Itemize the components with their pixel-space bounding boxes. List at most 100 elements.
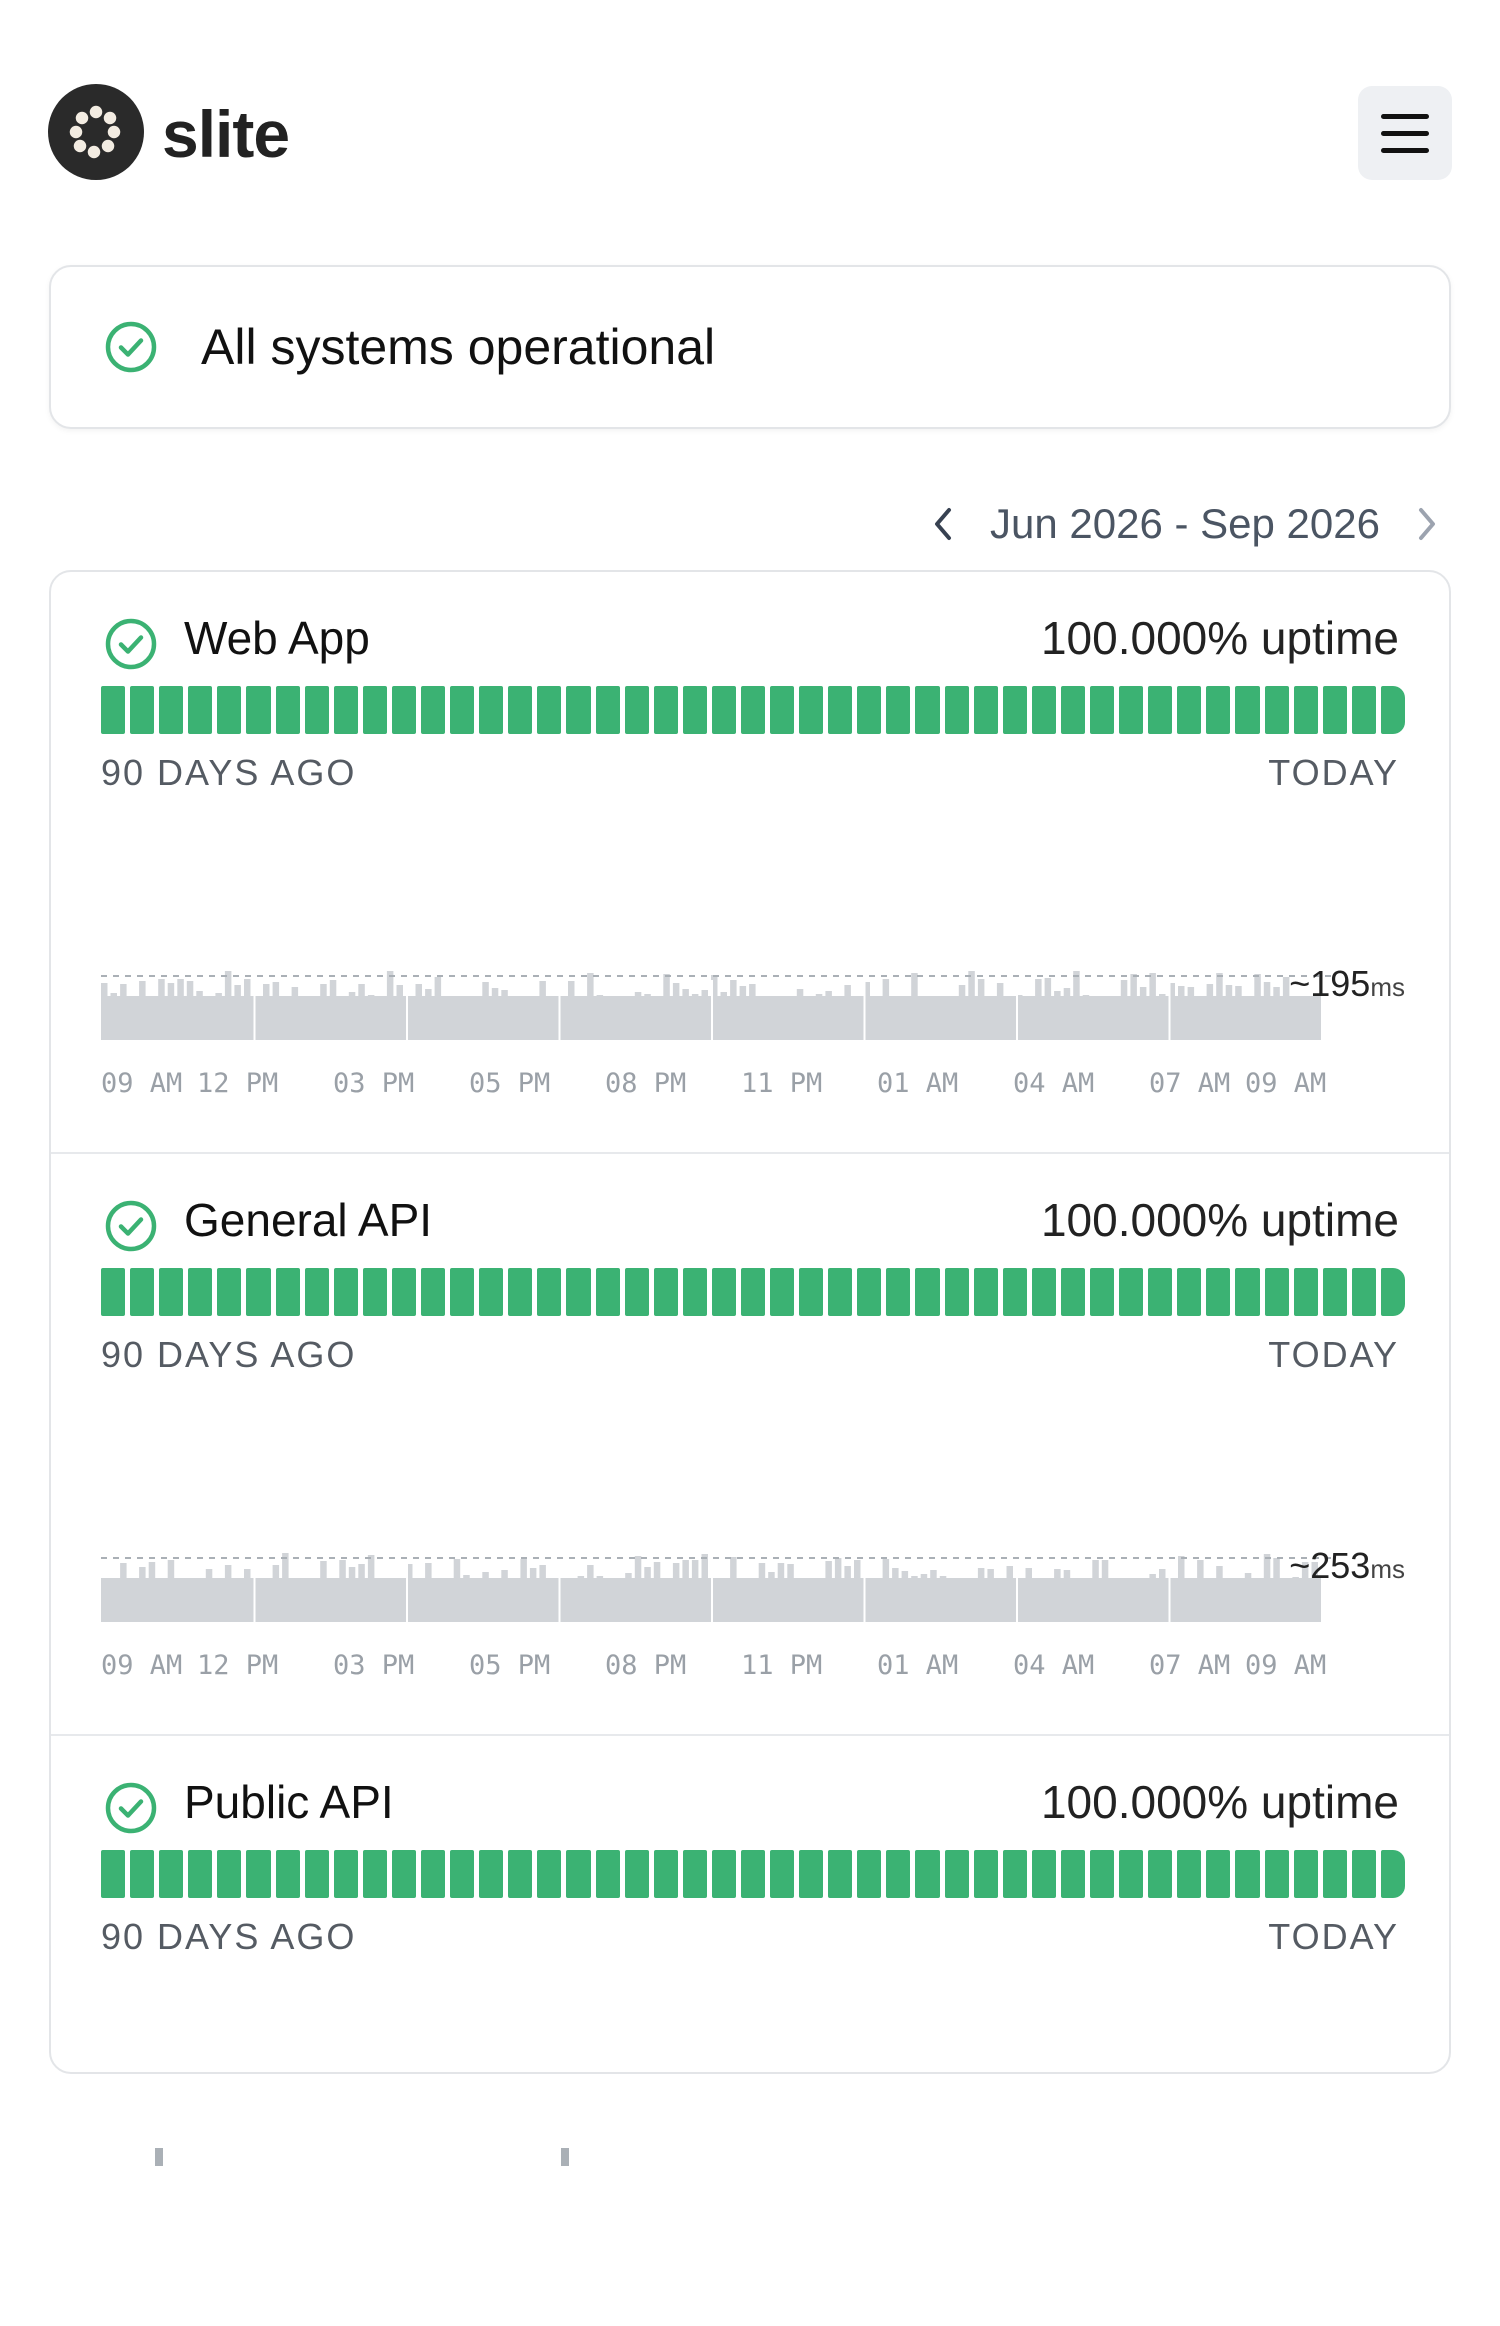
uptime-day-bar[interactable] [391,1268,416,1316]
uptime-day-bar[interactable] [1090,1268,1115,1316]
uptime-day-bar[interactable] [1235,1268,1260,1316]
uptime-day-bar[interactable] [886,1850,911,1898]
uptime-day-bar[interactable] [159,1268,184,1316]
uptime-day-bar[interactable] [1119,1268,1144,1316]
uptime-day-bar[interactable] [217,686,242,734]
uptime-day-bar[interactable] [275,686,300,734]
uptime-day-bar[interactable] [188,1268,213,1316]
uptime-day-bar[interactable] [1351,1850,1376,1898]
uptime-day-bar[interactable] [304,1850,329,1898]
uptime-day-bar[interactable] [973,686,998,734]
uptime-day-bar[interactable] [886,1268,911,1316]
uptime-day-bar[interactable] [1148,1268,1173,1316]
uptime-day-bar[interactable] [1148,1850,1173,1898]
uptime-day-bar[interactable] [1293,1850,1318,1898]
uptime-day-bar[interactable] [682,686,707,734]
uptime-day-bar[interactable] [217,1850,242,1898]
uptime-day-bar[interactable] [566,686,591,734]
uptime-bars[interactable] [101,686,1405,734]
uptime-day-bar[interactable] [915,1268,940,1316]
uptime-day-bar[interactable] [1177,1850,1202,1898]
uptime-day-bar[interactable] [508,686,533,734]
uptime-day-bar[interactable] [333,686,358,734]
uptime-day-bar[interactable] [711,1850,736,1898]
uptime-day-bar[interactable] [1380,1268,1405,1316]
previous-range-button[interactable] [918,494,968,554]
uptime-day-bar[interactable] [450,1268,475,1316]
uptime-day-bar[interactable] [740,1268,766,1316]
uptime-day-bar[interactable] [246,686,271,734]
uptime-day-bar[interactable] [799,1268,824,1316]
uptime-day-bar[interactable] [246,1850,271,1898]
uptime-day-bar[interactable] [1031,686,1056,734]
uptime-day-bar[interactable] [246,1268,271,1316]
uptime-day-bar[interactable] [159,1850,184,1898]
uptime-day-bar[interactable] [1206,1850,1231,1898]
uptime-day-bar[interactable] [159,686,184,734]
uptime-day-bar[interactable] [1090,686,1115,734]
uptime-day-bar[interactable] [799,686,824,734]
uptime-day-bar[interactable] [333,1850,358,1898]
uptime-day-bar[interactable] [828,686,853,734]
uptime-bars[interactable] [101,1850,1405,1898]
uptime-day-bar[interactable] [362,1268,387,1316]
uptime-day-bar[interactable] [857,1850,882,1898]
uptime-day-bar[interactable] [770,1268,795,1316]
uptime-day-bar[interactable] [304,1268,329,1316]
uptime-day-bar[interactable] [944,1850,969,1898]
uptime-day-bar[interactable] [973,1850,998,1898]
uptime-day-bar[interactable] [1060,1268,1085,1316]
uptime-day-bar[interactable] [1351,686,1376,734]
uptime-day-bar[interactable] [653,1850,678,1898]
uptime-day-bar[interactable] [1060,686,1085,734]
uptime-day-bar[interactable] [101,1268,126,1316]
uptime-day-bar[interactable] [1060,1850,1085,1898]
uptime-day-bar[interactable] [1002,1850,1027,1898]
uptime-day-bar[interactable] [711,686,736,734]
uptime-day-bar[interactable] [566,1268,591,1316]
uptime-day-bar[interactable] [915,1850,940,1898]
uptime-bars[interactable] [101,1268,1405,1316]
uptime-day-bar[interactable] [537,1268,562,1316]
uptime-day-bar[interactable] [362,1850,387,1898]
uptime-day-bar[interactable] [624,1268,649,1316]
uptime-day-bar[interactable] [1264,686,1289,734]
uptime-day-bar[interactable] [479,1850,504,1898]
uptime-day-bar[interactable] [101,1850,126,1898]
uptime-day-bar[interactable] [1177,686,1202,734]
uptime-day-bar[interactable] [304,686,329,734]
uptime-day-bar[interactable] [1235,686,1260,734]
uptime-day-bar[interactable] [1031,1850,1056,1898]
uptime-day-bar[interactable] [450,1850,475,1898]
uptime-day-bar[interactable] [595,686,620,734]
uptime-day-bar[interactable] [1351,1268,1376,1316]
uptime-day-bar[interactable] [566,1850,591,1898]
latency-chart[interactable]: ~253ms 09 AM 12 PM 03 PM 05 PM 08 PM 11 … [101,1544,1405,1744]
uptime-day-bar[interactable] [101,686,126,734]
uptime-day-bar[interactable] [1031,1268,1056,1316]
uptime-day-bar[interactable] [1380,1850,1405,1898]
uptime-day-bar[interactable] [1002,1268,1027,1316]
uptime-day-bar[interactable] [508,1850,533,1898]
uptime-day-bar[interactable] [886,686,911,734]
uptime-day-bar[interactable] [1119,1850,1144,1898]
uptime-day-bar[interactable] [537,1850,562,1898]
uptime-day-bar[interactable] [1293,1268,1318,1316]
uptime-day-bar[interactable] [624,686,649,734]
uptime-day-bar[interactable] [740,1850,766,1898]
uptime-day-bar[interactable] [362,686,387,734]
uptime-day-bar[interactable] [857,686,882,734]
uptime-day-bar[interactable] [653,686,678,734]
uptime-day-bar[interactable] [770,1850,795,1898]
uptime-day-bar[interactable] [275,1268,300,1316]
next-range-button[interactable] [1402,494,1452,554]
uptime-day-bar[interactable] [275,1850,300,1898]
uptime-day-bar[interactable] [217,1268,242,1316]
uptime-day-bar[interactable] [188,686,213,734]
uptime-day-bar[interactable] [450,686,475,734]
uptime-day-bar[interactable] [828,1850,853,1898]
menu-button[interactable] [1358,86,1452,180]
uptime-day-bar[interactable] [1177,1268,1202,1316]
latency-chart[interactable] [101,2126,1405,2326]
uptime-day-bar[interactable] [1206,686,1231,734]
